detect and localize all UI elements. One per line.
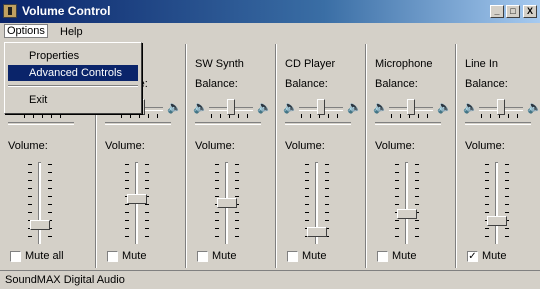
mute-checkbox[interactable]: Mute <box>107 250 146 264</box>
checkbox-box[interactable] <box>377 250 388 262</box>
title-bar[interactable]: Volume Control _ □ X <box>0 0 540 23</box>
speaker-right-icon: 🔈 <box>347 100 362 114</box>
channel-pane: CD Player Balance: 🔈 🔈 Volume: Mute <box>277 44 365 268</box>
menu-bar: Options Help <box>0 23 540 42</box>
menu-options[interactable]: Options <box>4 24 48 38</box>
checkbox-box[interactable] <box>10 250 21 262</box>
volume-slider[interactable] <box>213 162 241 244</box>
speaker-right-icon: 🔈 <box>437 100 452 114</box>
window-title: Volume Control <box>22 4 111 18</box>
volume-slider[interactable] <box>483 162 511 244</box>
mute-checkbox[interactable]: Mute <box>377 250 416 264</box>
mute-checkbox[interactable]: Mute <box>197 250 236 264</box>
balance-thumb[interactable] <box>497 99 505 115</box>
volume-ticks <box>505 164 509 242</box>
channel-name: CD Player <box>285 58 336 70</box>
channel-name: Microphone <box>375 58 433 70</box>
volume-thumb[interactable] <box>307 227 327 237</box>
divider <box>8 122 74 125</box>
menu-separator <box>8 85 138 87</box>
maximize-button[interactable]: □ <box>506 5 520 18</box>
divider <box>105 122 171 125</box>
balance-label: Balance: <box>285 78 328 90</box>
options-dropdown-menu: Properties Advanced Controls Exit <box>4 42 142 114</box>
balance-label: Balance: <box>465 78 508 90</box>
device-name: SoundMAX Digital Audio <box>5 274 125 286</box>
divider <box>465 122 531 125</box>
volume-thumb[interactable] <box>487 216 507 226</box>
volume-thumb[interactable] <box>217 198 237 208</box>
volume-thumb[interactable] <box>30 220 50 230</box>
volume-label: Volume: <box>465 140 505 152</box>
balance-thumb[interactable] <box>227 99 235 115</box>
checkbox-box[interactable] <box>197 250 208 262</box>
volume-label: Volume: <box>285 140 325 152</box>
mute-label: Mute <box>122 250 147 263</box>
divider <box>285 122 351 125</box>
volume-ticks <box>28 164 32 242</box>
speaker-app-icon <box>3 4 17 18</box>
volume-label: Volume: <box>195 140 235 152</box>
volume-label: Volume: <box>105 140 145 152</box>
volume-ticks <box>415 164 419 242</box>
menu-help[interactable]: Help <box>60 26 83 38</box>
mute-label: Mute <box>212 250 237 263</box>
volume-track <box>495 162 498 244</box>
speaker-left-icon: 🔈 <box>463 100 478 114</box>
channel-pane: Line In Balance: 🔈 🔈 Volume: ✓ Mute <box>457 44 540 268</box>
volume-thumb[interactable] <box>127 194 147 204</box>
channel-name: SW Synth <box>195 58 244 70</box>
checkbox-box[interactable] <box>287 250 298 262</box>
menu-item-properties[interactable]: Properties <box>8 48 138 64</box>
volume-track <box>405 162 408 244</box>
mute-label: Mute all <box>25 250 64 263</box>
channel-pane: Microphone Balance: 🔈 🔈 Volume: Mute <box>367 44 455 268</box>
volume-slider[interactable] <box>393 162 421 244</box>
balance-slider[interactable]: 🔈 🔈 <box>373 98 453 118</box>
speaker-right-icon: 🔈 <box>257 100 272 114</box>
volume-ticks <box>395 164 399 242</box>
volume-ticks <box>48 164 52 242</box>
volume-thumb[interactable] <box>397 209 417 219</box>
mute-label: Mute <box>302 250 327 263</box>
balance-label: Balance: <box>195 78 238 90</box>
volume-slider[interactable] <box>123 162 151 244</box>
mute-label: Mute <box>482 250 507 263</box>
balance-slider[interactable]: 🔈 🔈 <box>193 98 273 118</box>
volume-slider[interactable] <box>26 162 54 244</box>
close-button[interactable]: X <box>523 5 537 18</box>
balance-label: Balance: <box>375 78 418 90</box>
checkbox-box[interactable] <box>107 250 118 262</box>
mute-label: Mute <box>392 250 417 263</box>
volume-track <box>38 162 41 244</box>
checkbox-box[interactable]: ✓ <box>467 250 478 262</box>
volume-ticks <box>485 164 489 242</box>
speaker-right-icon: 🔈 <box>527 100 540 114</box>
speaker-left-icon: 🔈 <box>373 100 388 114</box>
mute-checkbox[interactable]: Mute all <box>10 250 64 264</box>
channel-pane: SW Synth Balance: 🔈 🔈 Volume: Mute <box>187 44 275 268</box>
balance-slider[interactable]: 🔈 🔈 <box>463 98 540 118</box>
balance-thumb[interactable] <box>407 99 415 115</box>
channel-name: Line In <box>465 58 499 70</box>
status-bar: SoundMAX Digital Audio <box>0 270 540 289</box>
volume-label: Volume: <box>8 140 48 152</box>
balance-slider[interactable]: 🔈 🔈 <box>283 98 363 118</box>
speaker-left-icon: 🔈 <box>283 100 298 114</box>
volume-label: Volume: <box>375 140 415 152</box>
divider <box>375 122 441 125</box>
volume-slider[interactable] <box>303 162 331 244</box>
minimize-button[interactable]: _ <box>490 5 504 18</box>
menu-item-advanced-controls[interactable]: Advanced Controls <box>8 65 138 81</box>
speaker-right-icon: 🔈 <box>167 100 182 114</box>
mute-checkbox[interactable]: Mute <box>287 250 326 264</box>
divider <box>195 122 261 125</box>
mute-checkbox[interactable]: ✓ Mute <box>467 250 506 264</box>
speaker-left-icon: 🔈 <box>193 100 208 114</box>
balance-thumb[interactable] <box>317 99 325 115</box>
menu-item-exit[interactable]: Exit <box>8 92 138 108</box>
